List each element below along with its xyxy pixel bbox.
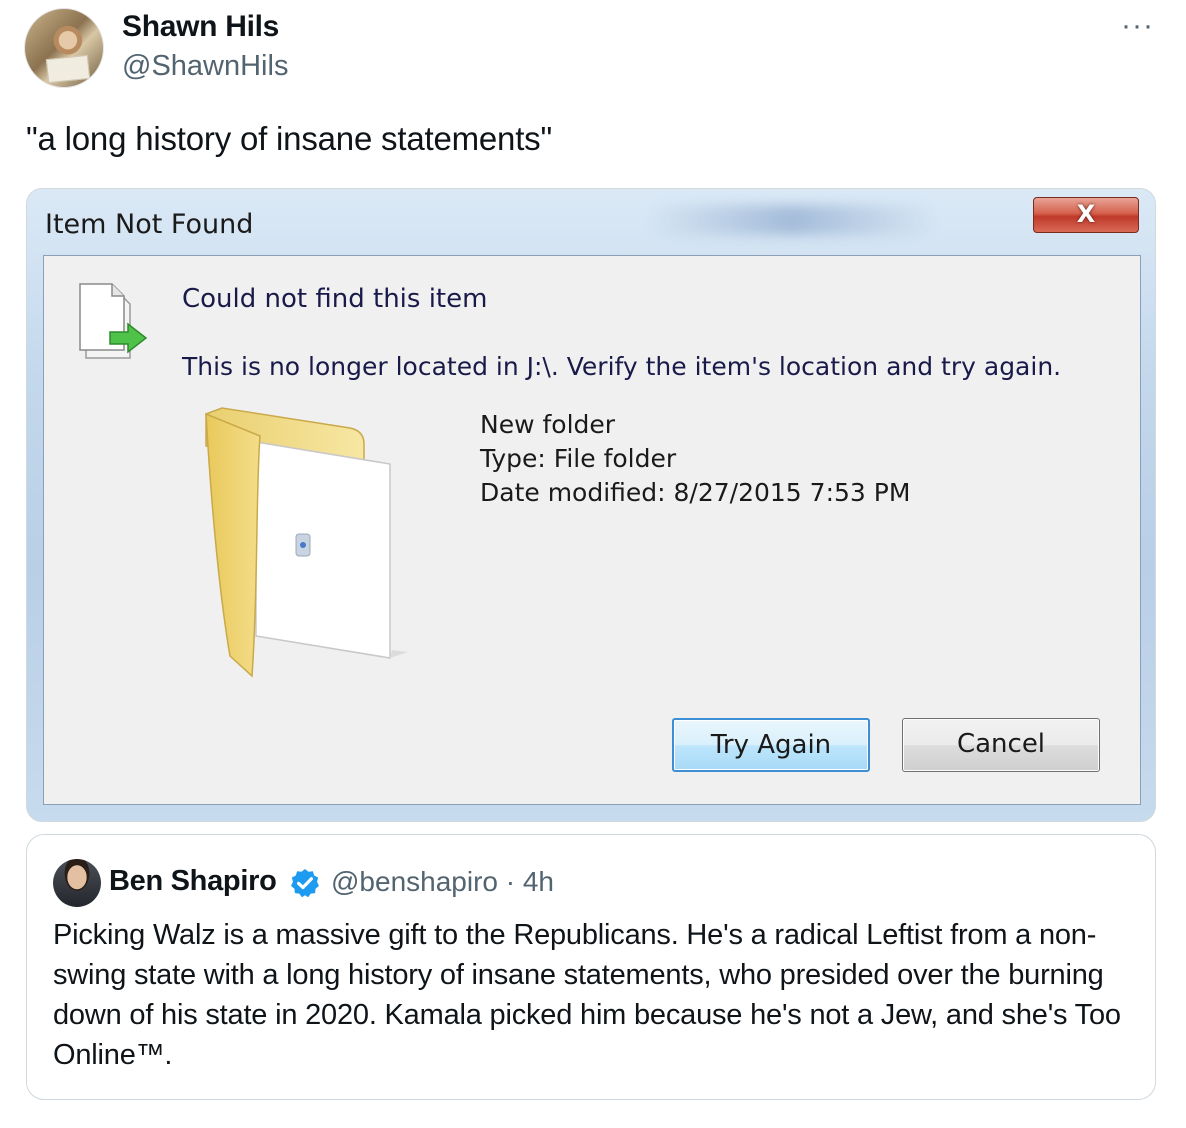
dialog-title: Item Not Found <box>45 209 254 240</box>
author-avatar[interactable] <box>24 8 104 88</box>
message-title: Could not find this item <box>182 284 488 314</box>
document-move-icon <box>79 283 148 359</box>
item-type: Type: File folder <box>480 444 677 473</box>
more-options-icon[interactable]: ··· <box>1121 11 1154 41</box>
author-display-name[interactable]: Shawn Hils <box>122 10 279 44</box>
quoted-author-handle-and-time[interactable]: @benshapiro · 4h <box>331 866 554 898</box>
tweet-text: "a long history of insane statements" <box>26 120 552 157</box>
item-name: New folder <box>480 410 616 439</box>
dialog-close-button: X <box>1033 197 1139 233</box>
quoted-tweet[interactable]: Ben Shapiro @benshapiro · 4h Picking Wal… <box>26 834 1156 1100</box>
tweet: Shawn Hils @ShawnHils ··· "a long histor… <box>0 0 1186 1128</box>
tweet-media-image[interactable]: Item Not Found X Could not find this ite… <box>26 188 1156 822</box>
quoted-author-name[interactable]: Ben Shapiro <box>109 865 277 898</box>
verified-badge-icon <box>291 869 319 898</box>
folder-icon <box>205 407 408 678</box>
blurred-title-region <box>647 205 937 235</box>
message-detail: This is no longer located in J:\. Verify… <box>182 352 1062 381</box>
author-handle[interactable]: @ShawnHils <box>122 50 288 83</box>
try-again-button: Try Again <box>672 718 870 772</box>
cancel-button: Cancel <box>902 718 1100 772</box>
item-date-modified: Date modified: 8/27/2015 7:53 PM <box>480 478 911 507</box>
quoted-tweet-text: Picking Walz is a massive gift to the Re… <box>53 919 1121 1071</box>
quoted-author-avatar[interactable] <box>53 859 101 907</box>
item-info: New folder Type: File folder Date modifi… <box>480 408 910 510</box>
dialog-body: Could not find this item This is no long… <box>43 255 1141 805</box>
